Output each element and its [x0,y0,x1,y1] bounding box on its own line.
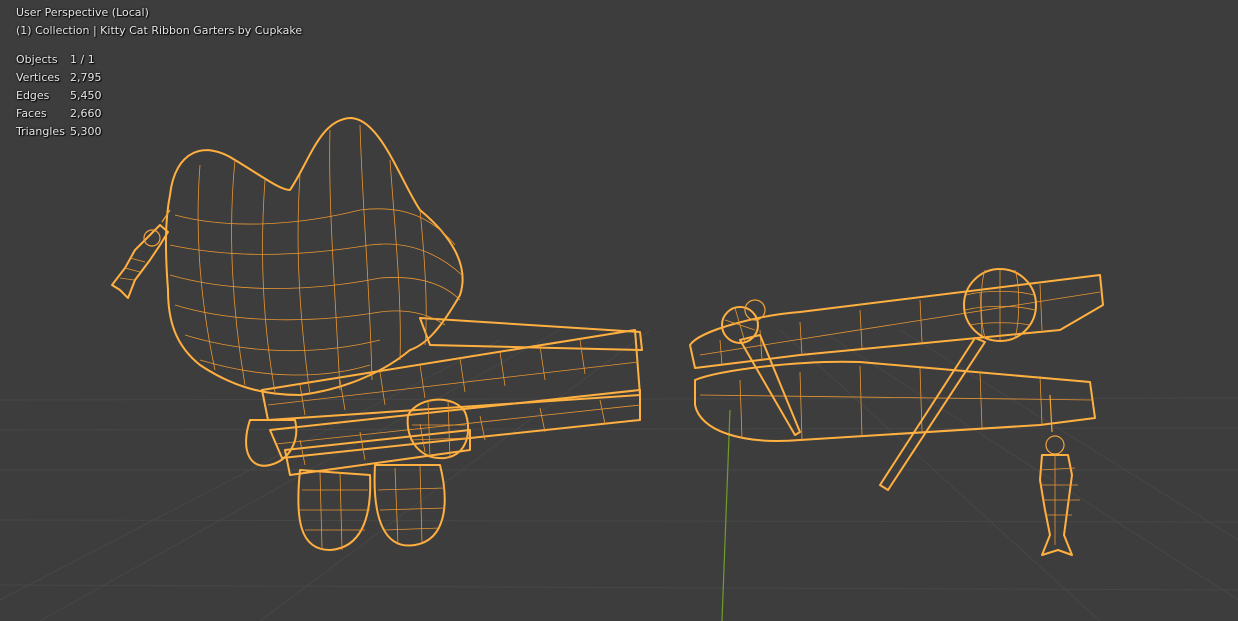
stat-label: Triangles [16,125,65,138]
stat-label: Edges [16,89,50,102]
stat-value: 5,450 [70,89,102,102]
stat-label: Objects [16,53,58,66]
stat-row-vertices: Vertices 2,795 [16,69,102,87]
right-garter[interactable] [689,268,1104,556]
stat-row-faces: Faces 2,660 [16,105,102,123]
stat-value: 2,795 [70,71,102,84]
collection-object-label: (1) Collection | Kitty Cat Ribbon Garter… [16,24,303,37]
stat-label: Faces [16,107,47,120]
stat-value: 2,660 [70,107,102,120]
stat-label: Vertices [16,71,60,84]
stat-value: 5,300 [70,125,102,138]
3d-viewport[interactable]: User Perspective (Local) (1) Collection … [0,0,1238,621]
stat-row-triangles: Triangles 5,300 [16,123,102,141]
stat-value: 1 / 1 [70,53,95,66]
selected-mesh-wireframe[interactable] [0,0,1238,621]
stat-row-edges: Edges 5,450 [16,87,102,105]
stat-row-objects: Objects 1 / 1 [16,51,102,69]
scene-statistics: Objects 1 / 1 Vertices 2,795 Edges 5,450… [16,51,102,141]
left-garter[interactable] [111,117,643,551]
view-name: User Perspective (Local) [16,6,149,19]
